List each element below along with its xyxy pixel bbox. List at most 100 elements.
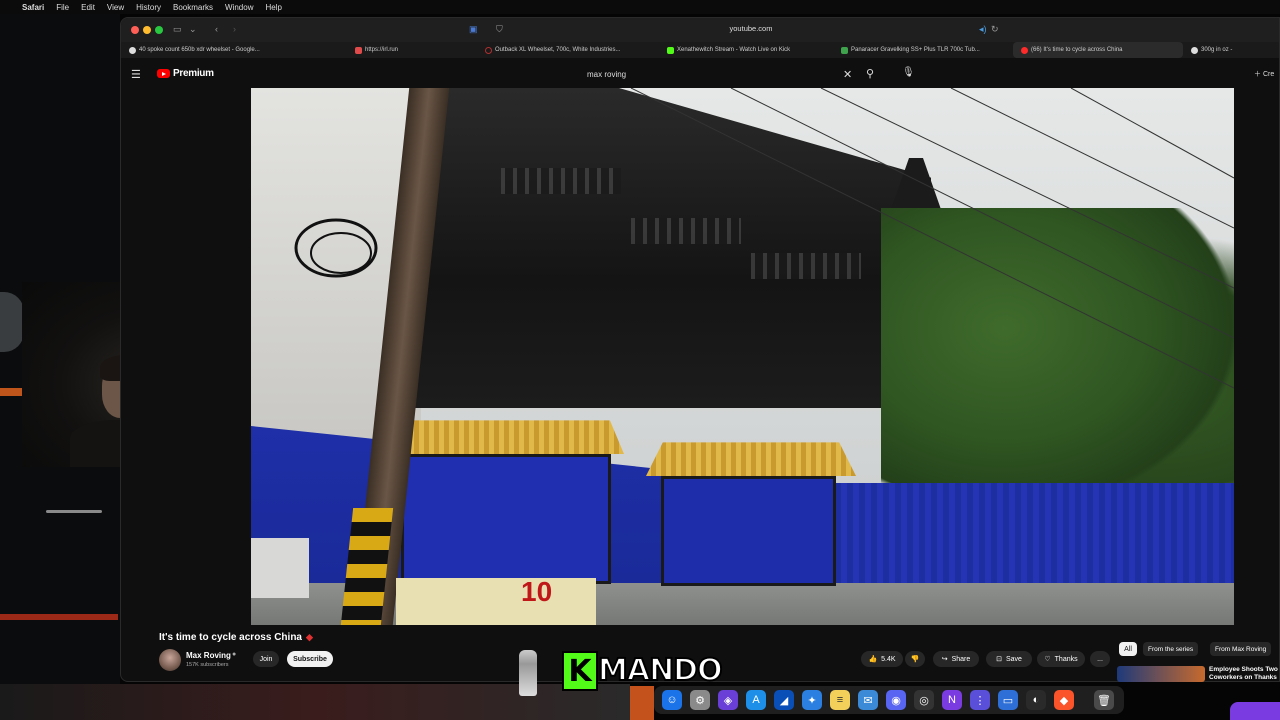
logo-text: Premium: [173, 68, 214, 79]
tab-panaracer[interactable]: Panaracer Gravelking SS+ Plus TLR 700c T…: [833, 42, 1013, 58]
channel-name[interactable]: Max Roving: [186, 651, 231, 660]
save-button[interactable]: ⊡ Save: [986, 651, 1032, 667]
tab-label: 300g in oz -: [1201, 47, 1233, 53]
subscribe-button[interactable]: Subscribe: [287, 651, 333, 667]
app-store-icon[interactable]: A: [746, 690, 766, 710]
tab-outback-wheelset[interactable]: Outback XL Wheelset, 700c, White Industr…: [477, 42, 659, 58]
menubar-help[interactable]: Help: [265, 3, 281, 12]
recommended-title[interactable]: Employee Shoots Two Coworkers on Thanks: [1209, 666, 1280, 682]
stream-overlay-decor: [630, 686, 654, 720]
video-sign: [396, 578, 596, 625]
search-icon[interactable]: ⚲: [866, 67, 874, 80]
video-player[interactable]: 10: [251, 88, 1234, 625]
menubar-app-name[interactable]: Safari: [22, 3, 44, 12]
share-label: Share: [951, 655, 971, 663]
thanks-button[interactable]: ♡ Thanks: [1037, 651, 1085, 667]
news-app-icon[interactable]: N: [942, 690, 962, 710]
create-button[interactable]: ＋ Cre: [1254, 69, 1274, 79]
tab-kick-stream[interactable]: Xenathewitch Stream - Watch Live on Kick: [659, 42, 833, 58]
tab-wheelset-search[interactable]: 40 spoke count 650b xdr wheelset - Googl…: [121, 42, 347, 58]
shop-favicon-icon: [841, 46, 848, 54]
tab-conversion[interactable]: 300g in oz -: [1183, 42, 1279, 58]
kick-username: MANDO: [597, 652, 724, 689]
zoom-window-button[interactable]: [155, 26, 163, 34]
chip-from-series[interactable]: From the series: [1143, 642, 1199, 656]
more-actions-button[interactable]: ...: [1090, 651, 1110, 667]
background-decor: [0, 292, 24, 352]
shop-favicon-icon: [485, 46, 492, 54]
safari-icon[interactable]: ✦: [802, 690, 822, 710]
menubar-bookmarks[interactable]: Bookmarks: [173, 3, 213, 12]
share-icon: ↪: [941, 656, 948, 663]
forward-icon[interactable]: ›: [233, 24, 236, 34]
video-sign-number: 10: [521, 576, 553, 607]
tab-label: (66) It's time to cycle across China: [1031, 47, 1123, 53]
join-button[interactable]: Join: [253, 651, 279, 667]
save-label: Save: [1005, 655, 1022, 663]
like-button[interactable]: 👍 5.4K: [861, 651, 903, 667]
reload-icon[interactable]: ↻: [991, 24, 999, 35]
kick-logo-icon: K: [562, 651, 598, 691]
recommended-thumbnail[interactable]: [1117, 666, 1205, 682]
dislike-button[interactable]: 👎: [905, 651, 925, 667]
menubar-edit[interactable]: Edit: [81, 3, 95, 12]
video-title-text: It's time to cycle across China: [159, 632, 302, 643]
menubar-window[interactable]: Window: [225, 3, 253, 12]
kick-username-badge: K MANDO: [562, 651, 724, 691]
extension-icon[interactable]: ⛉: [496, 24, 503, 35]
mac-menubar: Safari File Edit View History Bookmarks …: [0, 0, 1280, 14]
tab-label: Panaracer Gravelking SS+ Plus TLR 700c T…: [851, 47, 980, 53]
screen-share-icon[interactable]: ▭: [998, 690, 1018, 710]
audio-playing-icon[interactable]: ◂): [979, 24, 987, 35]
figurine-overlay: [519, 650, 537, 696]
sidebar-toggle-icon[interactable]: ▭: [173, 24, 182, 35]
vpn-icon[interactable]: ◢: [774, 690, 794, 710]
youtube-premium-logo[interactable]: Premium: [157, 68, 214, 79]
kick-favicon-icon: [667, 46, 674, 54]
tab-label: Outback XL Wheelset, 700c, White Industr…: [495, 47, 621, 53]
stream-overlay-decor: [1230, 702, 1280, 720]
back-icon[interactable]: ‹: [215, 24, 218, 34]
address-bar[interactable]: youtube.com: [681, 24, 821, 33]
title-bar: ▭ ⌄ ‹ › ▣ ⛉ youtube.com ◂) ↻: [121, 18, 1279, 42]
chevron-down-icon[interactable]: ⌄: [189, 24, 197, 35]
menubar-view[interactable]: View: [107, 3, 124, 12]
thanks-label: Thanks: [1054, 655, 1078, 663]
finder-icon[interactable]: ☺: [662, 690, 682, 710]
launchpad-icon[interactable]: ⋮: [970, 690, 990, 710]
activity-icon[interactable]: ◐: [1026, 690, 1046, 710]
settings-gear-icon[interactable]: ⚙: [690, 690, 710, 710]
close-icon[interactable]: ✕: [843, 68, 852, 81]
menubar-history[interactable]: History: [136, 3, 161, 12]
hamburger-menu-icon[interactable]: ☰: [131, 68, 141, 81]
trash-icon[interactable]: 🗑: [1094, 690, 1114, 710]
brave-browser-icon[interactable]: ◆: [1054, 690, 1074, 710]
tab-irl-run[interactable]: https://irl.run: [347, 42, 477, 58]
proton-icon[interactable]: ◈: [718, 690, 738, 710]
notes-icon[interactable]: ≡: [830, 690, 850, 710]
search-input[interactable]: max roving: [587, 70, 626, 79]
irl-favicon-icon: [355, 46, 362, 54]
mail-icon[interactable]: ✉: [858, 690, 878, 710]
video-blue-fence-right: [811, 483, 1234, 588]
thumbs-up-icon: 👍: [868, 656, 878, 663]
tab-youtube-active[interactable]: (66) It's time to cycle across China: [1013, 42, 1183, 58]
tab-label: Xenathewitch Stream - Watch Live on Kick: [677, 47, 791, 53]
more-icon: ...: [1097, 655, 1103, 663]
youtube-header: ☰ Premium max roving ✕ ⚲ 🎙 ＋ Cre: [121, 58, 1279, 90]
channel-avatar[interactable]: [159, 649, 181, 671]
menubar-file[interactable]: File: [56, 3, 69, 12]
youtube-favicon-icon: [1021, 46, 1028, 54]
obs-icon[interactable]: ◎: [914, 690, 934, 710]
bicycle-emoji-icon: ◆: [306, 632, 313, 642]
minimize-window-button[interactable]: [143, 26, 151, 34]
reader-icon[interactable]: ▣: [469, 24, 478, 35]
globe-icon: [1191, 46, 1198, 54]
discord-icon[interactable]: ◉: [886, 690, 906, 710]
share-button[interactable]: ↪ Share: [933, 651, 979, 667]
chip-all[interactable]: All: [1119, 642, 1137, 656]
close-window-button[interactable]: [131, 26, 139, 34]
microphone-icon[interactable]: 🎙: [902, 67, 915, 78]
like-count: 5.4K: [881, 655, 896, 663]
chip-from-channel[interactable]: From Max Roving: [1210, 642, 1272, 656]
